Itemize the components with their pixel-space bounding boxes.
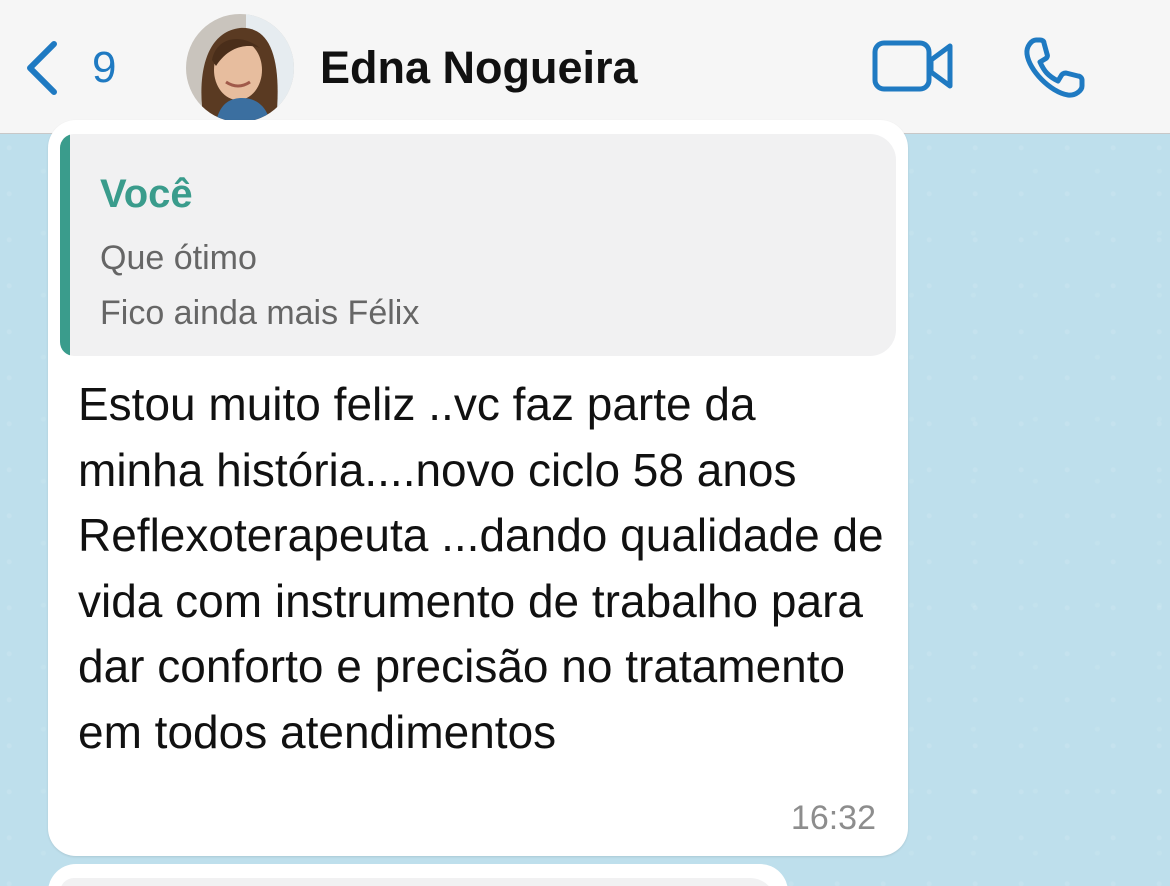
voice-call-button[interactable] <box>1022 34 1088 100</box>
message-text: Estou muito feliz ..vc faz parte da minh… <box>78 378 884 758</box>
video-camera-icon <box>872 40 953 92</box>
quoted-author: Você <box>100 172 193 216</box>
message-bubble[interactable]: Você Que ótimo Fico ainda mais Félix Est… <box>48 120 908 856</box>
avatar[interactable] <box>186 14 294 122</box>
quoted-text-line: Fico ainda mais Félix <box>100 294 420 332</box>
next-message-bubble[interactable] <box>48 864 788 886</box>
chevron-left-icon <box>27 41 57 95</box>
video-call-button[interactable] <box>872 38 954 94</box>
message-time: 16:32 <box>790 799 876 837</box>
quoted-text-line: Que ótimo <box>100 239 257 277</box>
quote-accent-bar <box>60 134 70 356</box>
back-button[interactable]: 9 <box>22 36 116 100</box>
avatar-image <box>186 14 294 122</box>
quoted-message[interactable]: Você Que ótimo Fico ainda mais Félix <box>60 134 896 356</box>
next-quoted-message <box>60 878 776 886</box>
contact-name[interactable]: Edna Nogueira <box>320 38 638 98</box>
phone-icon <box>1024 37 1085 98</box>
chat-header: 9 Edna Nogueira <box>0 0 1170 134</box>
unread-count: 9 <box>92 43 117 92</box>
